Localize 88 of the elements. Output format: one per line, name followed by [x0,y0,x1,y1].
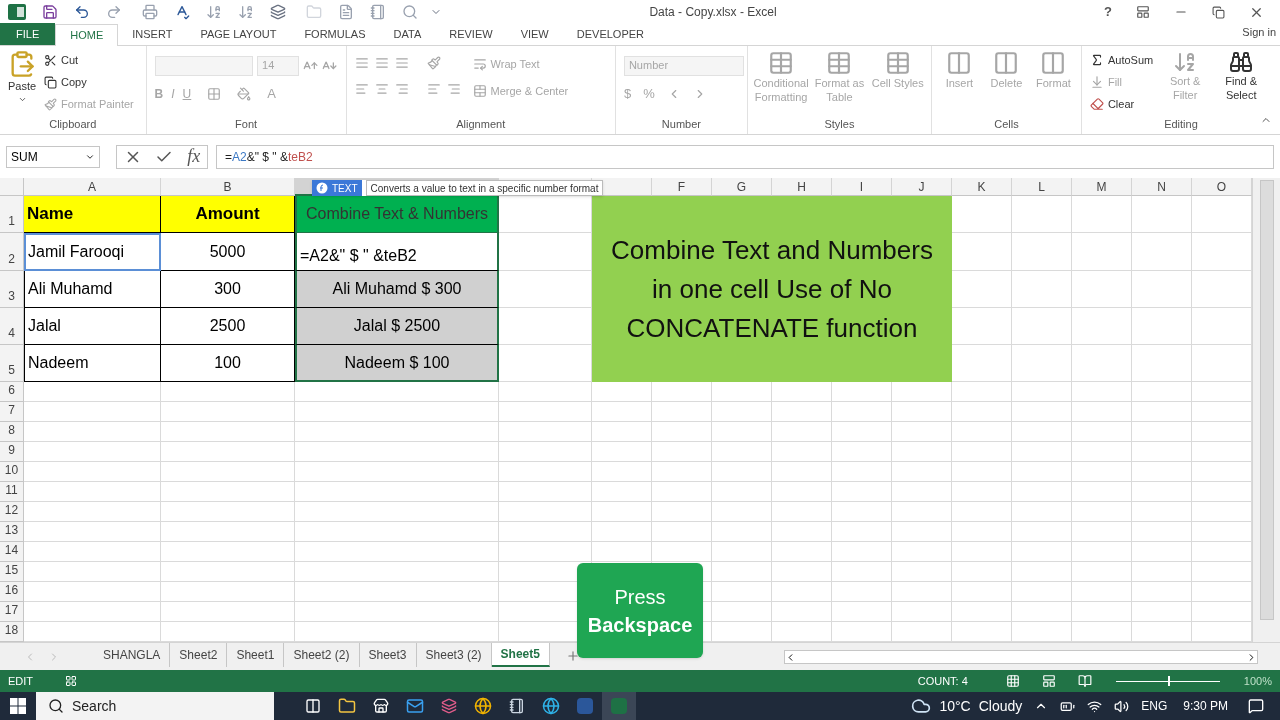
weather-condition: Cloudy [978,696,1023,716]
editing-command[interactable]: Clear [1089,94,1154,114]
row-header[interactable]: 18 [0,622,24,642]
ribbon-tab[interactable]: INSERT [118,23,187,45]
sheet-tab[interactable]: Sheet2 (2) [284,643,360,667]
title-cell: Combine Text & Numbers [295,196,499,233]
table-cell: Ali Muhamd [24,271,161,308]
header-cell: Amount [161,196,295,233]
clock[interactable]: 9:30 PM [1183,697,1228,715]
key-hint-card: Press Backspace [577,563,703,658]
row-header[interactable]: 2 [0,233,24,271]
sheet-tab[interactable]: SHANGLA [94,643,171,667]
group-label: Editing [1164,116,1198,132]
row-header[interactable]: 1 [0,196,24,233]
row-header[interactable]: 12 [0,502,24,522]
row-header[interactable]: 5 [0,345,24,382]
row-header[interactable]: 16 [0,582,24,602]
group-label: Cells [994,116,1019,132]
row-header[interactable]: 14 [0,542,24,562]
ribbon-tab[interactable]: PAGE LAYOUT [186,23,291,45]
column-header[interactable]: L [1012,178,1072,196]
editing-cell[interactable]: =A2&" $ " &teB2 [295,233,499,271]
ribbon-tab[interactable]: DEVELOPER [562,23,658,45]
sheet-tab[interactable]: Sheet3 (2) [416,643,492,667]
text-banner: Combine Text and Numbers in one cell Use of No CONCATENATE function [592,196,952,382]
sheet-tab[interactable]: Sheet5 [491,643,550,667]
column-header[interactable]: F [652,178,712,196]
sign-in-link[interactable]: Sign in [1242,24,1276,41]
mode-indicator: EDIT [8,673,34,689]
column-header[interactable]: G [712,178,772,196]
group-label: Number [661,116,701,132]
help-button[interactable]: ? [1104,2,1112,22]
column-header[interactable]: M [1072,178,1132,196]
editing-command[interactable]: Find & Select [1217,50,1266,102]
result-cell: Ali Muhamd $ 300 [295,271,499,308]
row-header[interactable]: 10 [0,462,24,482]
ribbon-tab[interactable]: REVIEW [435,23,507,45]
column-header[interactable]: J [892,178,952,196]
sheet-tab[interactable]: Sheet2 [170,643,228,667]
temperature: 10°C [939,696,971,716]
window-title: Data - Copy.xlsx - Excel [649,4,777,21]
row-header[interactable]: 6 [0,382,24,402]
row-header[interactable]: 13 [0,522,24,542]
search-field[interactable]: Search [36,692,274,720]
row-header[interactable]: 17 [0,602,24,622]
sheet-tab[interactable]: Sheet1 [227,643,285,667]
column-header[interactable]: O [1192,178,1252,196]
row-header[interactable]: 7 [0,402,24,422]
file-tab[interactable]: FILE [0,23,56,45]
row-header[interactable]: 11 [0,482,24,502]
function-tooltip: Converts a value to text in a specific number format [365,180,604,196]
name-box[interactable]: SUM [6,145,100,168]
column-header[interactable]: B [161,178,295,196]
formula-field[interactable]: =A2&" $ " &teB2 [216,144,1274,169]
row-header[interactable]: 9 [0,442,24,462]
ribbon-tab[interactable]: VIEW [506,23,563,45]
function-chip[interactable]: TEXT [312,180,362,196]
row-header[interactable]: 4 [0,308,24,345]
sheet-tab[interactable]: Sheet3 [359,643,417,667]
ribbon-tab[interactable]: FORMULAS [290,23,380,45]
table-cell: Nadeem [24,345,161,382]
clipboard-command[interactable]: Copy [44,72,134,92]
group-label: Alignment [456,116,506,132]
table-cell: Jalal [24,308,161,345]
clipboard-command[interactable]: Cut [44,50,134,70]
zoom-level[interactable]: 100% [1243,672,1272,690]
paste-button[interactable]: Paste [4,50,40,114]
insert-function-button[interactable]: fx [187,143,201,170]
column-header[interactable]: A [24,178,161,196]
count-indicator: COUNT: 4 [917,673,968,689]
row-header[interactable]: 8 [0,422,24,442]
result-cell: Nadeem $ 100 [295,345,499,382]
editing-command[interactable]: AutoSum [1089,50,1154,70]
column-header[interactable]: H [772,178,832,196]
column-header[interactable]: K [952,178,1012,196]
column-header[interactable]: N [1132,178,1192,196]
group-label: Clipboard [49,116,97,132]
result-cell: Jalal $ 2500 [295,308,499,345]
row-header[interactable]: 3 [0,271,24,308]
ribbon-tab[interactable]: DATA [379,23,436,45]
language-indicator[interactable]: ENG [1141,697,1168,715]
ribbon-tab[interactable]: HOME [55,24,119,46]
group-label: Font [235,116,258,132]
row-header[interactable]: 15 [0,562,24,582]
table-cell: Jamil Farooqi [24,233,161,271]
header-cell: Name [24,196,161,233]
group-label: Styles [824,116,855,132]
column-header[interactable]: I [832,178,892,196]
